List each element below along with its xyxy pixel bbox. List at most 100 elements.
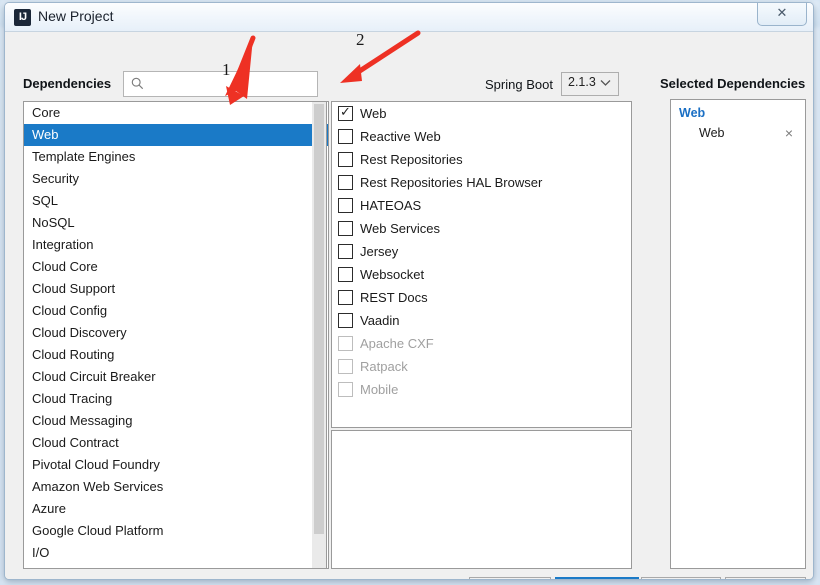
spring-boot-version-select[interactable]: 2.1.3 <box>561 72 619 96</box>
cancel-button[interactable]: Cancel <box>641 577 721 579</box>
checkbox-rest-docs[interactable] <box>338 290 353 305</box>
dependency-label: REST Docs <box>360 290 428 305</box>
category-item-cloud-support[interactable]: Cloud Support <box>24 278 328 300</box>
dependency-row-reactive-web[interactable]: Reactive Web <box>332 125 631 148</box>
dialog-title-bar: IJ New Project <box>5 3 813 31</box>
category-item-sql[interactable]: SQL <box>24 190 328 212</box>
search-icon <box>131 77 144 90</box>
category-item-pivotal-cloud-foundry[interactable]: Pivotal Cloud Foundry <box>24 454 328 476</box>
selected-group-label: Web <box>679 106 706 120</box>
dependency-description-panel <box>331 430 632 569</box>
category-item-label: Template Engines <box>32 149 136 164</box>
close-button[interactable]: ✕ <box>757 3 807 26</box>
category-item-nosql[interactable]: NoSQL <box>24 212 328 234</box>
dependency-row-rest-docs[interactable]: REST Docs <box>332 286 631 309</box>
checkbox-rest-repositories[interactable] <box>338 152 353 167</box>
category-item-cloud-circuit-breaker[interactable]: Cloud Circuit Breaker <box>24 366 328 388</box>
dependency-label: Ratpack <box>360 359 408 374</box>
category-item-label: Google Cloud Platform <box>32 523 164 538</box>
dependency-row-apache-cxf: Apache CXF <box>332 332 631 355</box>
dependency-row-websocket[interactable]: Websocket <box>332 263 631 286</box>
dependency-list[interactable]: ✓ Web Reactive Web Rest Repositories Rest Re… <box>331 101 632 428</box>
checkbox-hateoas[interactable] <box>338 198 353 213</box>
checkbox-web[interactable]: ✓ <box>338 104 353 121</box>
category-item-label: Cloud Support <box>32 281 116 296</box>
dialog-title: New Project <box>38 8 114 24</box>
search-input[interactable] <box>150 75 314 95</box>
category-item-cloud-tracing[interactable]: Cloud Tracing <box>24 388 328 410</box>
category-item-web[interactable]: Web <box>24 124 328 146</box>
selected-dependency-item: Web × <box>671 120 805 146</box>
category-item-cloud-core[interactable]: Cloud Core <box>24 256 328 278</box>
category-item-label: I/O <box>32 545 50 560</box>
category-list[interactable]: Core Web Template Engines Security SQL NoSQL I… <box>23 101 329 569</box>
category-item-azure[interactable]: Azure <box>24 498 328 520</box>
dependency-row-web[interactable]: ✓ Web <box>332 102 631 125</box>
category-item-label: Cloud Circuit Breaker <box>32 369 156 384</box>
dependency-label: Web Services <box>360 221 440 236</box>
dependency-row-mobile: Mobile <box>332 378 631 401</box>
category-item-security[interactable]: Security <box>24 168 328 190</box>
category-item-label: Integration <box>32 237 94 252</box>
category-item-label: SQL <box>32 193 59 208</box>
chevron-down-icon <box>600 80 611 86</box>
dependency-label: Web <box>360 106 387 121</box>
annotation-number-2: 2 <box>356 30 365 49</box>
dependency-label: Rest Repositories <box>360 152 463 167</box>
category-item-cloud-config[interactable]: Cloud Config <box>24 300 328 322</box>
category-item-amazon-web-services[interactable]: Amazon Web Services <box>24 476 328 498</box>
dependency-label: Websocket <box>360 267 425 282</box>
selected-dependencies-header: Selected Dependencies <box>660 76 806 91</box>
new-project-dialog: IJ New Project ✕ Dependencies Spring Boo… <box>4 2 814 580</box>
category-item-label: Cloud Contract <box>32 435 119 450</box>
category-item-core[interactable]: Core <box>24 102 328 124</box>
category-item-cloud-routing[interactable]: Cloud Routing <box>24 344 328 366</box>
search-box[interactable] <box>123 71 318 97</box>
category-item-label: Pivotal Cloud Foundry <box>32 457 160 472</box>
checkbox-jersey[interactable] <box>338 244 353 259</box>
checkmark-icon: ✓ <box>340 104 351 119</box>
spring-boot-version-value: 2.1.3 <box>568 75 596 89</box>
remove-dependency-icon[interactable]: × <box>785 120 793 146</box>
dependency-row-web-services[interactable]: Web Services <box>332 217 631 240</box>
dependency-label: Rest Repositories HAL Browser <box>360 175 543 190</box>
annotation-number-1: 1 <box>222 60 231 79</box>
dialog-content: Dependencies Spring Boot 2.1.3 Core Web Te… <box>5 31 813 579</box>
category-item-label: Cloud Routing <box>32 347 115 362</box>
category-item-label: Cloud Discovery <box>32 325 127 340</box>
close-icon: ✕ <box>776 5 788 20</box>
dependency-label: Mobile <box>360 382 399 397</box>
checkbox-rest-repositories-hal-browser[interactable] <box>338 175 353 190</box>
category-item-label: Cloud Core <box>32 259 98 274</box>
dependency-row-rest-repositories-hal-browser[interactable]: Rest Repositories HAL Browser <box>332 171 631 194</box>
checkbox-ratpack <box>338 359 353 374</box>
category-item-cloud-messaging[interactable]: Cloud Messaging <box>24 410 328 432</box>
previous-button[interactable]: Previous <box>469 577 551 579</box>
help-button[interactable]: Help <box>725 577 806 579</box>
dependency-row-hateoas[interactable]: HATEOAS <box>332 194 631 217</box>
next-button[interactable]: Next <box>555 577 639 579</box>
scrollbar-thumb[interactable] <box>314 104 324 534</box>
category-item-google-cloud-platform[interactable]: Google Cloud Platform <box>24 520 328 542</box>
dependency-row-jersey[interactable]: Jersey <box>332 240 631 263</box>
category-item-cloud-contract[interactable]: Cloud Contract <box>24 432 328 454</box>
selected-dependency-label: Web <box>699 126 725 140</box>
intellij-idea-icon: IJ <box>14 9 31 26</box>
checkbox-vaadin[interactable] <box>338 313 353 328</box>
dependency-label: Jersey <box>360 244 399 259</box>
checkbox-reactive-web[interactable] <box>338 129 353 144</box>
dependency-row-vaadin[interactable]: Vaadin <box>332 309 631 332</box>
category-item-integration[interactable]: Integration <box>24 234 328 256</box>
dependency-row-ratpack: Ratpack <box>332 355 631 378</box>
checkbox-websocket[interactable] <box>338 267 353 282</box>
checkbox-web-services[interactable] <box>338 221 353 236</box>
category-item-label: Cloud Config <box>32 303 108 318</box>
category-list-scrollbar[interactable] <box>312 101 327 569</box>
category-item-i-o[interactable]: I/O <box>24 542 328 564</box>
category-item-template-engines[interactable]: Template Engines <box>24 146 328 168</box>
category-item-cloud-discovery[interactable]: Cloud Discovery <box>24 322 328 344</box>
dependency-row-rest-repositories[interactable]: Rest Repositories <box>332 148 631 171</box>
category-item-label: Web <box>32 127 59 142</box>
category-item-label: Amazon Web Services <box>32 479 164 494</box>
spring-boot-label: Spring Boot <box>485 77 553 92</box>
